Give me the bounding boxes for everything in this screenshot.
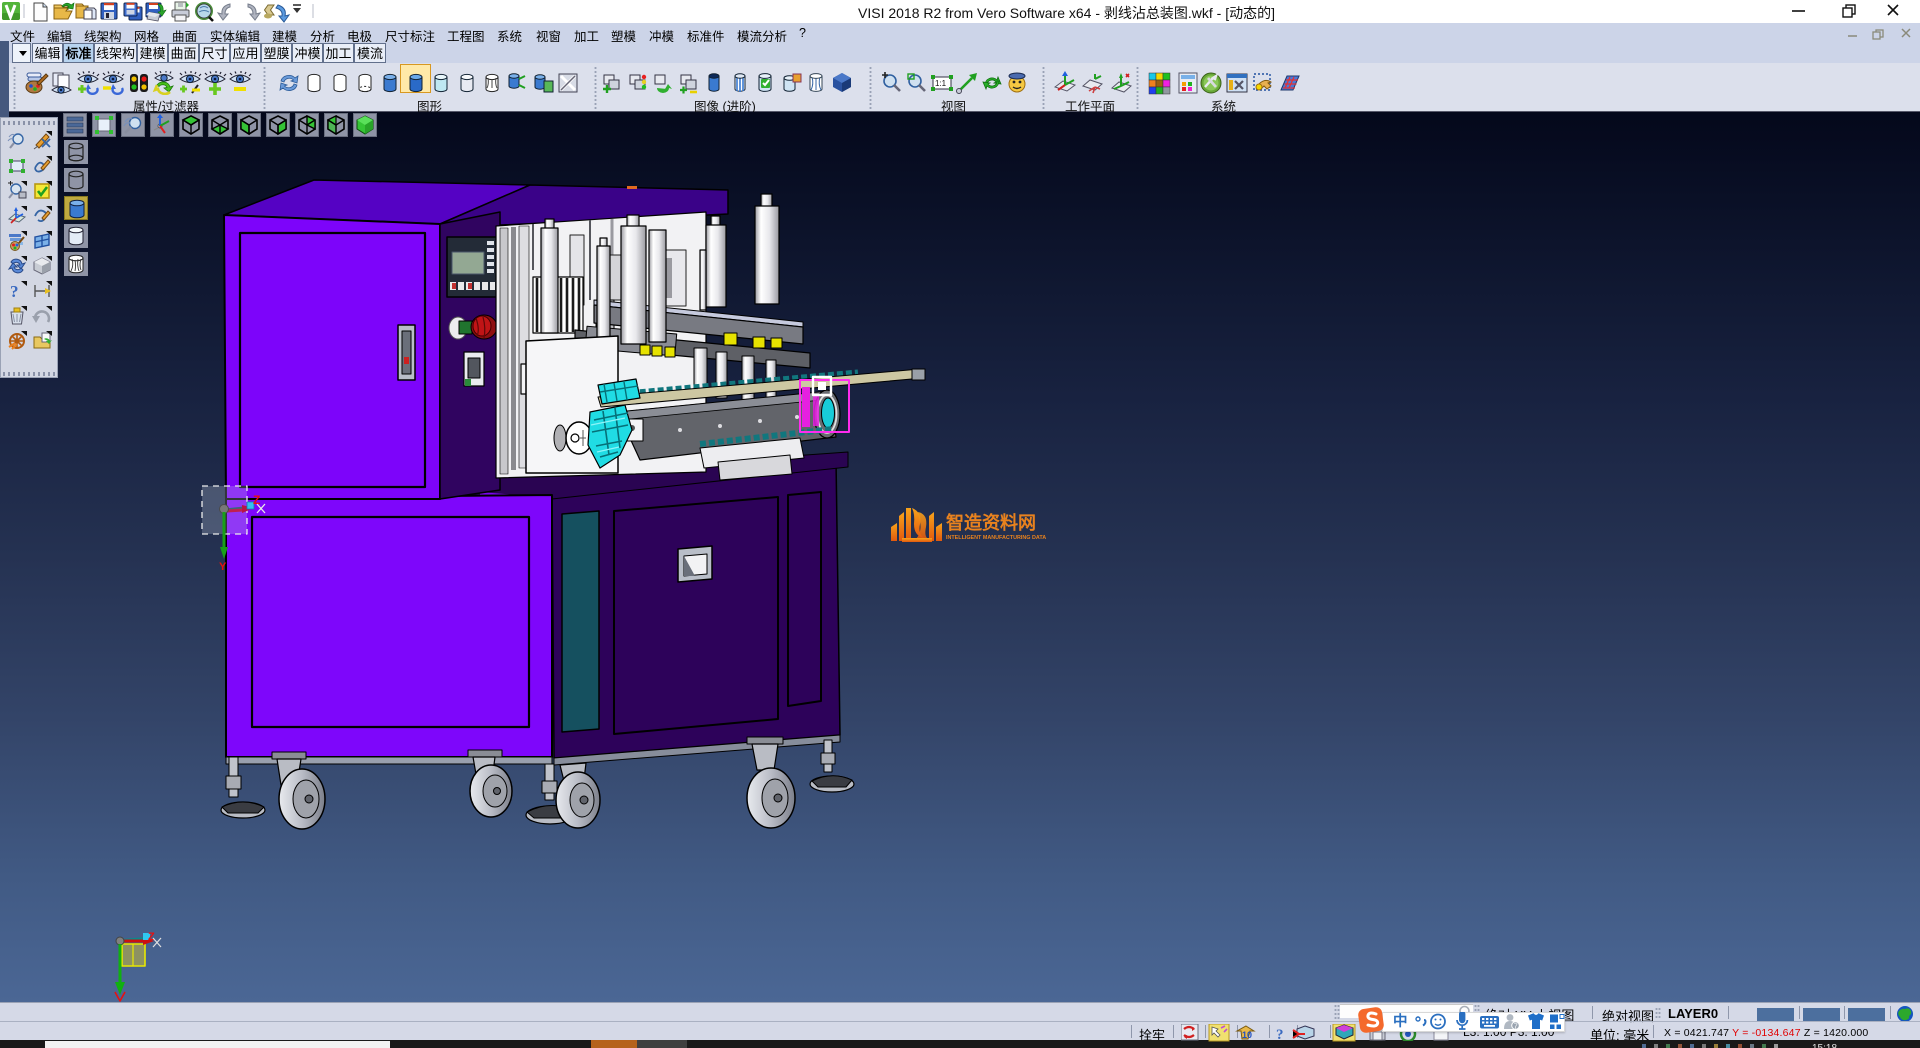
svg-text:10: 10 — [1242, 1030, 1252, 1040]
svg-text:中: 中 — [1393, 1012, 1408, 1030]
svg-text:智造资料网: 智造资料网 — [946, 512, 1036, 533]
svg-text:?: ? — [10, 282, 19, 301]
svg-text:1:1: 1:1 — [935, 79, 947, 88]
svg-text:Z: Z — [148, 931, 155, 943]
svg-text:INTELLIGENT MANUFACTURING DATA: INTELLIGENT MANUFACTURING DATA — [946, 535, 1046, 541]
svg-text:Z: Z — [253, 493, 260, 507]
svg-text:15:18: 15:18 — [1812, 1043, 1837, 1048]
svg-text:?: ? — [1276, 1027, 1284, 1042]
svg-text:Y: Y — [219, 561, 227, 573]
svg-text:7: 7 — [1514, 1021, 1518, 1030]
